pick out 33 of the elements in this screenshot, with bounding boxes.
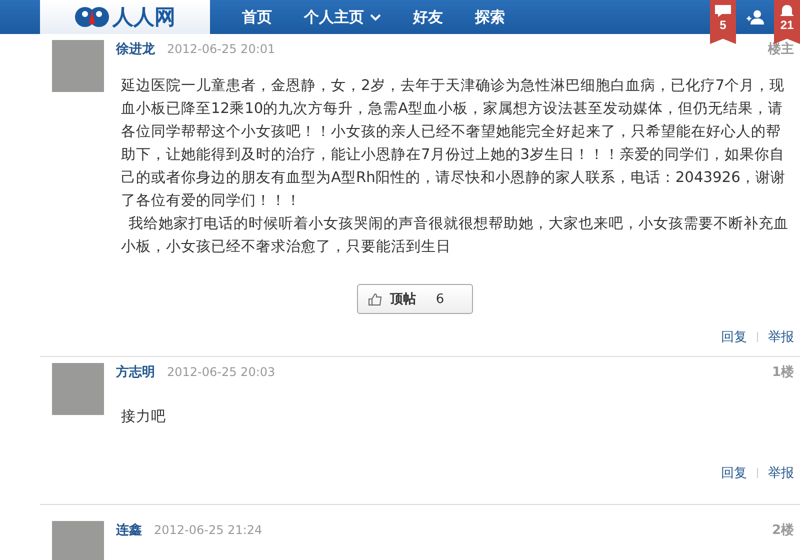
post-paragraph: 我给她家打电话的时候听着小女孩哭闹的声音很就很想帮助她，大家也来吧，小女孩需要不断补充血小板，小女孩已经不奢求治愈了，只要能活到生日 <box>121 214 790 257</box>
action-link[interactable]: 回复 <box>721 464 747 482</box>
post-paragraph: 延边医院一儿童患者，金恩静，女，2岁，去年于天津确诊为急性淋巴细胞白血病，已化疗7个月，现血小板已降至12乘10的九次方每升，急需A型血小板，家属想方设法甚至发动媒体，但仍无结果，请各位同学帮帮这个小女孩吧！！小女孩的亲人已经不奢望她能完全好起来了，只希望能在好心人的帮助下，让她能得到及时的治疗，能让小恩静在7月份过上她的3岁生日！！！亲爱的同学们，如果你自己的或者你身边的朋友有血型为A型Rh阳性的，请尽快和小恩静的家人联系，电话：2043926，谢谢了各位有爱的同学们！！！ <box>121 76 786 211</box>
like-button[interactable]: 顶帖 6 <box>356 284 474 314</box>
avatar-placeholder[interactable] <box>52 40 104 92</box>
post-time: 2012-06-25 20:03 <box>167 365 276 379</box>
chat-bubble-icon <box>714 4 732 18</box>
logo-icon <box>74 5 108 29</box>
action-link[interactable]: 回复 <box>721 328 747 346</box>
floor-number: 1楼 <box>772 364 794 381</box>
site-logo[interactable]: 人人网 <box>40 0 210 34</box>
avatar-placeholder[interactable] <box>52 363 104 415</box>
author-name[interactable]: 徐进龙 <box>116 40 155 58</box>
nav-item[interactable]: 好友 <box>397 0 459 34</box>
floor-number: 2楼 <box>772 522 794 539</box>
chevron-down-icon <box>370 14 381 20</box>
nav-item[interactable]: 个人主页 <box>288 0 397 34</box>
author-name[interactable]: 方志明 <box>116 363 155 381</box>
bell-icon <box>779 4 795 18</box>
post-time: 2012-06-25 20:01 <box>167 42 276 56</box>
badge-count: 21 <box>780 18 794 32</box>
avatar-placeholder[interactable] <box>52 521 104 560</box>
action-link[interactable]: 举报 <box>768 328 794 346</box>
action-link[interactable]: 举报 <box>768 464 794 482</box>
nav-item[interactable]: 首页 <box>226 0 288 34</box>
thumbs-up-icon <box>368 292 382 306</box>
message-badge[interactable]: 5 <box>710 0 736 44</box>
author-name[interactable]: 连鑫 <box>116 521 142 539</box>
post-time: 2012-06-25 21:24 <box>154 523 262 537</box>
badge-count: 5 <box>720 18 726 32</box>
post-paragraph: 接力吧 <box>121 407 167 427</box>
nav-item[interactable]: 探索 <box>459 0 521 34</box>
logo-text: 人人网 <box>112 4 176 31</box>
